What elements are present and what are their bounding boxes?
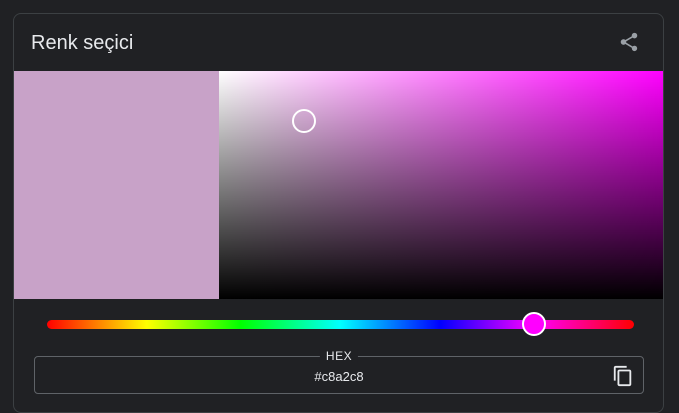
value-gradient [219, 71, 663, 299]
share-button[interactable] [615, 28, 643, 56]
copy-button[interactable] [611, 364, 635, 388]
share-icon [620, 32, 638, 52]
hue-slider-handle[interactable] [522, 312, 547, 336]
widget-title: Renk seçici [31, 32, 134, 54]
color-preview-swatch [14, 71, 219, 299]
color-picker-card: Renk seçici HEX [13, 13, 664, 413]
saturation-value-area[interactable] [219, 71, 663, 299]
hue-slider[interactable] [47, 312, 634, 336]
hex-label: HEX [319, 349, 359, 363]
hex-field: HEX [34, 349, 644, 394]
hex-input[interactable] [75, 365, 603, 387]
copy-icon [613, 365, 632, 387]
saturation-value-handle[interactable] [291, 109, 316, 134]
